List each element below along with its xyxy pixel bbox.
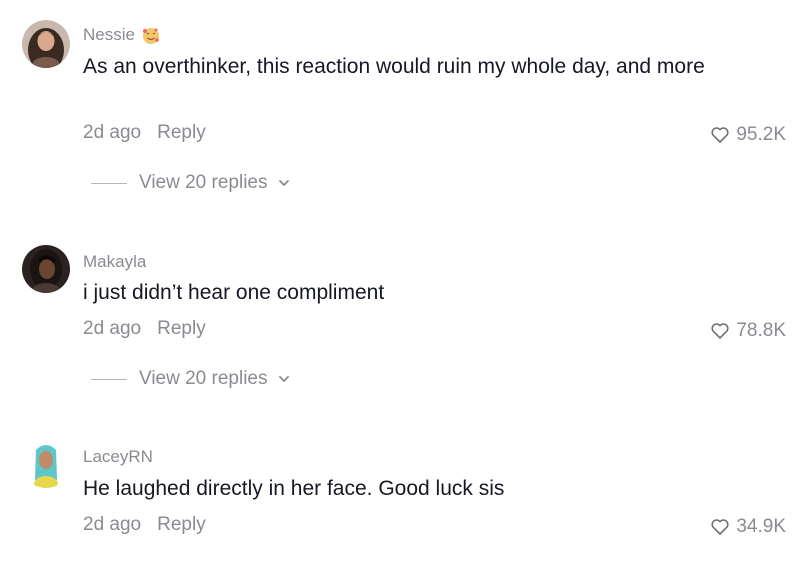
comment-username[interactable]: LaceyRN — [83, 447, 153, 467]
view-replies-button[interactable]: View 20 replies — [91, 368, 292, 390]
view-replies-label: View 20 replies — [139, 368, 268, 389]
comment-meta: 2d ago Reply — [83, 122, 206, 144]
comment-username[interactable]: Makayla — [83, 252, 146, 272]
reply-button[interactable]: Reply — [157, 318, 206, 339]
avatar[interactable] — [22, 20, 70, 68]
smiling-face-with-hearts-icon — [141, 26, 161, 46]
divider-line — [91, 182, 127, 184]
like-count: 34.9K — [736, 516, 786, 537]
comment-text: i just didn’t hear one compliment — [83, 281, 385, 304]
divider-line — [91, 378, 127, 380]
reply-button[interactable]: Reply — [157, 514, 206, 535]
avatar-image-makayla — [22, 245, 70, 293]
like-button[interactable]: 34.9K — [710, 516, 786, 538]
view-replies-label: View 20 replies — [139, 172, 268, 193]
avatar-image-nessie — [22, 20, 70, 68]
chevron-down-icon — [278, 180, 289, 186]
avatar[interactable] — [22, 245, 70, 293]
comment-meta: 2d ago Reply — [83, 514, 206, 536]
like-count: 95.2K — [736, 124, 786, 145]
heart-outline-icon — [711, 519, 729, 535]
comment-timestamp: 2d ago — [83, 122, 142, 143]
reply-button[interactable]: Reply — [157, 122, 206, 143]
like-button[interactable]: 95.2K — [710, 124, 786, 146]
avatar[interactable] — [22, 440, 70, 488]
comment-text: He laughed directly in her face. Good lu… — [83, 477, 505, 500]
avatar-image-laceyrn — [22, 440, 70, 488]
username-label: Nessie — [83, 25, 135, 44]
like-count: 78.8K — [736, 320, 786, 341]
comment-timestamp: 2d ago — [83, 514, 142, 535]
comment-meta: 2d ago Reply — [83, 318, 206, 340]
comment-text: As an overthinker, this reaction would r… — [83, 55, 705, 78]
heart-outline-icon — [711, 127, 729, 143]
chevron-down-icon — [278, 376, 289, 382]
view-replies-button[interactable]: View 20 replies — [91, 172, 292, 194]
comment-username[interactable]: Nessie — [83, 25, 161, 46]
like-button[interactable]: 78.8K — [710, 320, 786, 342]
comment-timestamp: 2d ago — [83, 318, 142, 339]
heart-outline-icon — [711, 323, 729, 339]
